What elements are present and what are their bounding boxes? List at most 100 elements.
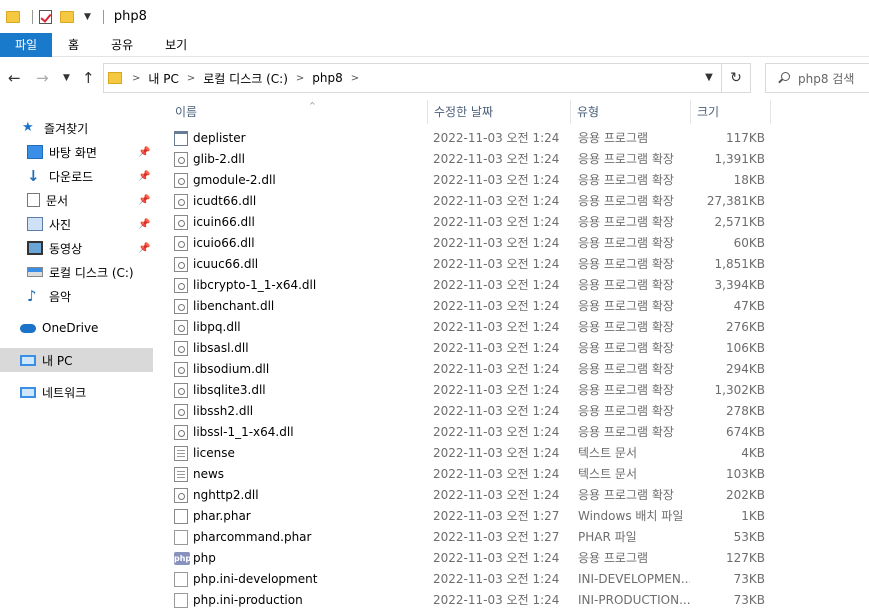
- column-header-type[interactable]: 유형: [571, 100, 691, 124]
- up-arrow-icon[interactable]: ↑: [82, 69, 95, 87]
- file-size: 27,381KB: [706, 194, 765, 208]
- file-name: php: [193, 551, 216, 565]
- table-row[interactable]: php.ini-production 2022-11-03 오전 1:24 INI-…: [171, 590, 771, 611]
- sidebar-item-desktop[interactable]: 바탕 화면 📌: [0, 140, 153, 164]
- properties-icon[interactable]: [39, 9, 52, 24]
- file-size: 106KB: [725, 341, 765, 355]
- sidebar-item-videos[interactable]: 동영상 📌: [0, 236, 153, 260]
- file-name: libcrypto-1_1-x64.dll: [193, 278, 317, 292]
- sidebar-item-local-disk[interactable]: 로컬 디스크 (C:): [0, 260, 153, 284]
- breadcrumb-php8[interactable]: php8: [312, 71, 342, 85]
- sidebar-item-label: 문서: [46, 193, 69, 208]
- dll-file-icon: [174, 173, 188, 188]
- table-row[interactable]: icuuc66.dll 2022-11-03 오전 1:24 응용 프로그램 확장 1…: [171, 254, 771, 275]
- file-date: 2022-11-03 오전 1:27: [433, 530, 560, 544]
- table-row[interactable]: deplister 2022-11-03 오전 1:24 응용 프로그램 117KB: [171, 128, 771, 149]
- file-type: 응용 프로그램 확장: [578, 488, 674, 502]
- file-size: 1,851KB: [714, 257, 765, 271]
- sidebar-item-network[interactable]: 네트워크: [0, 380, 153, 404]
- folder-icon[interactable]: [6, 10, 20, 23]
- pin-icon[interactable]: 📌: [138, 171, 150, 182]
- address-dropdown-icon[interactable]: ▼: [697, 64, 721, 92]
- chevron-right-icon[interactable]: >: [351, 73, 359, 84]
- pin-icon[interactable]: 📌: [138, 195, 150, 206]
- sidebar-item-onedrive[interactable]: OneDrive: [0, 316, 153, 340]
- sidebar-item-downloads[interactable]: ↓ 다운로드 📌: [0, 164, 153, 188]
- file-date: 2022-11-03 오전 1:24: [433, 131, 560, 145]
- file-size: 674KB: [725, 425, 765, 439]
- desktop-icon: [27, 145, 43, 159]
- table-row[interactable]: php.ini-development 2022-11-03 오전 1:24 INI…: [171, 569, 771, 590]
- table-row[interactable]: icuin66.dll 2022-11-03 오전 1:24 응용 프로그램 확장 2…: [171, 212, 771, 233]
- pin-icon[interactable]: 📌: [138, 243, 150, 254]
- file-size: 276KB: [725, 320, 765, 334]
- table-row[interactable]: libsqlite3.dll 2022-11-03 오전 1:24 응용 프로그램 …: [171, 380, 771, 401]
- table-row[interactable]: libsasl.dll 2022-11-03 오전 1:24 응용 프로그램 확장 1…: [171, 338, 771, 359]
- file-size: 117KB: [725, 131, 765, 145]
- file-size: 1,302KB: [714, 383, 765, 397]
- table-row[interactable]: libsodium.dll 2022-11-03 오전 1:24 응용 프로그램 확…: [171, 359, 771, 380]
- chevron-right-icon[interactable]: >: [296, 73, 304, 84]
- table-row[interactable]: libcrypto-1_1-x64.dll 2022-11-03 오전 1:24 응…: [171, 275, 771, 296]
- tab-view[interactable]: 보기: [149, 33, 203, 57]
- forward-arrow-icon[interactable]: →: [36, 69, 49, 87]
- sidebar-item-this-pc[interactable]: 내 PC: [0, 348, 153, 372]
- table-row[interactable]: nghttp2.dll 2022-11-03 오전 1:24 응용 프로그램 확장 2…: [171, 485, 771, 506]
- file-date: 2022-11-03 오전 1:24: [433, 299, 560, 313]
- column-header-size[interactable]: 크기: [691, 100, 771, 124]
- chevron-right-icon[interactable]: >: [187, 73, 195, 84]
- file-date: 2022-11-03 오전 1:24: [433, 173, 560, 187]
- table-row[interactable]: news 2022-11-03 오전 1:24 텍스트 문서 103KB: [171, 464, 771, 485]
- file-type: 응용 프로그램 확장: [578, 320, 674, 334]
- file-size: 73KB: [733, 593, 765, 607]
- table-row[interactable]: libssh2.dll 2022-11-03 오전 1:24 응용 프로그램 확장 2…: [171, 401, 771, 422]
- sidebar-item-pictures[interactable]: 사진 📌: [0, 212, 153, 236]
- table-row[interactable]: pharcommand.phar 2022-11-03 오전 1:27 PHAR 파…: [171, 527, 771, 548]
- table-row[interactable]: gmodule-2.dll 2022-11-03 오전 1:24 응용 프로그램 확…: [171, 170, 771, 191]
- search-input[interactable]: php8 검색: [765, 63, 869, 93]
- table-row[interactable]: icudt66.dll 2022-11-03 오전 1:24 응용 프로그램 확장 2…: [171, 191, 771, 212]
- table-row[interactable]: libpq.dll 2022-11-03 오전 1:24 응용 프로그램 확장 276…: [171, 317, 771, 338]
- chevron-right-icon[interactable]: >: [132, 73, 140, 84]
- table-row[interactable]: php php 2022-11-03 오전 1:24 응용 프로그램 127KB: [171, 548, 771, 569]
- pin-icon[interactable]: 📌: [138, 219, 150, 230]
- table-row[interactable]: license 2022-11-03 오전 1:24 텍스트 문서 4KB: [171, 443, 771, 464]
- breadcrumb-this-pc[interactable]: 내 PC: [148, 70, 178, 87]
- table-row[interactable]: libssl-1_1-x64.dll 2022-11-03 오전 1:24 응용 프…: [171, 422, 771, 443]
- file-type: 응용 프로그램 확장: [578, 236, 674, 250]
- column-header-date[interactable]: 수정한 날짜: [428, 100, 571, 124]
- table-row[interactable]: libenchant.dll 2022-11-03 오전 1:24 응용 프로그램 …: [171, 296, 771, 317]
- column-header-label: 크기: [697, 105, 720, 119]
- file-date: 2022-11-03 오전 1:24: [433, 488, 560, 502]
- table-row[interactable]: glib-2.dll 2022-11-03 오전 1:24 응용 프로그램 확장 1,…: [171, 149, 771, 170]
- breadcrumb-local-disk[interactable]: 로컬 디스크 (C:): [203, 70, 288, 87]
- download-icon: ↓: [27, 167, 40, 185]
- quick-access-dropdown-icon[interactable]: ▼: [84, 12, 91, 22]
- tab-share[interactable]: 공유: [95, 33, 149, 57]
- file-size: 202KB: [725, 488, 765, 502]
- recent-locations-chevron-icon[interactable]: ▼: [63, 73, 70, 83]
- tab-home[interactable]: 홈: [52, 33, 95, 57]
- file-name: icudt66.dll: [193, 194, 257, 208]
- sidebar-item-label: 다운로드: [49, 169, 94, 184]
- tab-file[interactable]: 파일: [0, 33, 52, 57]
- back-arrow-icon[interactable]: ←: [8, 69, 21, 87]
- table-row[interactable]: icuio66.dll 2022-11-03 오전 1:24 응용 프로그램 확장 6…: [171, 233, 771, 254]
- refresh-button[interactable]: ↻: [722, 63, 751, 93]
- column-header-name[interactable]: 이름 ^: [169, 100, 428, 124]
- sidebar-item-quick-access[interactable]: ★ 즐겨찾기: [0, 116, 153, 140]
- address-bar[interactable]: > 내 PC > 로컬 디스크 (C:) > php8 > ▼: [103, 63, 722, 93]
- sort-ascending-icon: ^: [309, 101, 316, 110]
- sidebar-item-music[interactable]: ♪ 음악: [0, 284, 153, 308]
- file-type: 텍스트 문서: [578, 446, 638, 460]
- sidebar-item-documents[interactable]: 문서 📌: [0, 188, 153, 212]
- file-name: libsodium.dll: [193, 362, 270, 376]
- new-folder-icon[interactable]: [60, 10, 74, 23]
- pin-icon[interactable]: 📌: [138, 147, 150, 158]
- file-name: php.ini-development: [193, 572, 318, 586]
- computer-icon: [20, 354, 36, 366]
- file-size: 1KB: [741, 509, 765, 523]
- table-row[interactable]: phar.phar 2022-11-03 오전 1:27 Windows 배치 파일…: [171, 506, 771, 527]
- file-type: 응용 프로그램 확장: [578, 341, 674, 355]
- file-size: 294KB: [725, 362, 765, 376]
